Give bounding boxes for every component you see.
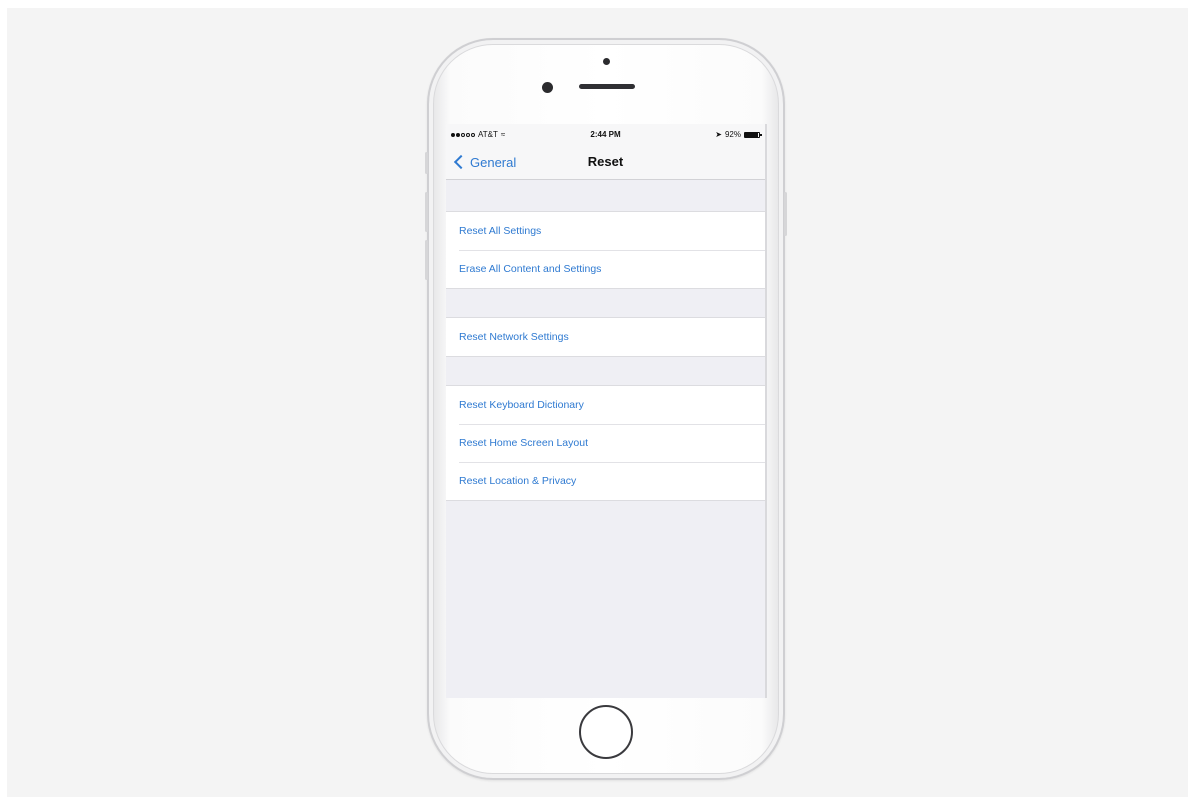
home-button[interactable] <box>579 705 633 759</box>
reset-all-settings-item[interactable]: Reset All Settings <box>446 212 765 250</box>
status-right: ➤ 92% <box>715 130 762 139</box>
power-button <box>784 192 787 236</box>
proximity-sensor <box>603 58 610 65</box>
reset-keyboard-dictionary-item[interactable]: Reset Keyboard Dictionary <box>446 386 765 424</box>
iphone-device: AT&T ≈ 2:44 PM ➤ 92% Reset General Reset… <box>425 38 787 780</box>
erase-all-content-item[interactable]: Erase All Content and Settings <box>446 250 765 288</box>
volume-down-button <box>425 240 428 280</box>
reset-location-privacy-item[interactable]: Reset Location & Privacy <box>446 462 765 500</box>
volume-up-button <box>425 192 428 232</box>
chevron-left-icon <box>453 154 469 170</box>
phone-screen: AT&T ≈ 2:44 PM ➤ 92% Reset General Reset… <box>446 124 767 698</box>
reset-group-general: Reset All Settings Erase All Content and… <box>446 211 765 289</box>
front-camera-icon <box>542 82 553 93</box>
reset-group-other: Reset Keyboard Dictionary Reset Home Scr… <box>446 385 765 501</box>
location-arrow-icon: ➤ <box>715 130 722 139</box>
reset-group-network: Reset Network Settings <box>446 317 765 357</box>
battery-percent: 92% <box>724 130 741 139</box>
reset-network-settings-item[interactable]: Reset Network Settings <box>446 318 765 356</box>
battery-icon <box>744 131 762 138</box>
back-button[interactable]: General <box>452 150 516 174</box>
back-button-label: General <box>470 154 517 170</box>
reset-home-screen-layout-item[interactable]: Reset Home Screen Layout <box>446 424 765 462</box>
navigation-bar: Reset General <box>446 144 765 180</box>
mute-switch <box>425 152 428 174</box>
earpiece-speaker <box>579 84 635 89</box>
status-bar: AT&T ≈ 2:44 PM ➤ 92% <box>446 124 765 144</box>
